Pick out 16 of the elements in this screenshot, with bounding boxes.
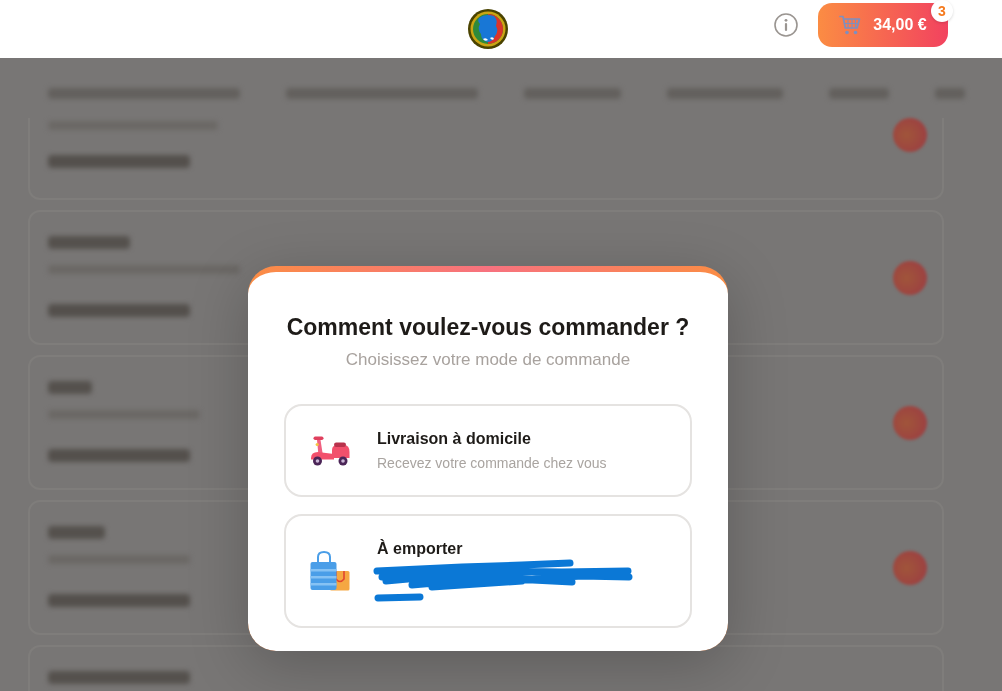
info-icon[interactable] (774, 13, 798, 37)
dialog-title: Comment voulez-vous commander ? (285, 313, 691, 341)
blurred-product-name (48, 526, 105, 539)
blurred-dot-icon (893, 550, 927, 585)
order-mode-option[interactable]: À emporter (284, 514, 692, 628)
cart-count-badge: 3 (931, 0, 953, 22)
shopping-bags-icon (310, 551, 350, 591)
cart-icon (839, 15, 862, 35)
blurred-dot-icon (893, 405, 927, 440)
blurred-dot-icon (893, 118, 927, 152)
logo-icon[interactable] (468, 9, 508, 49)
order-mode-option[interactable]: Livraison à domicile Recevez votre commande chez vous (284, 404, 692, 497)
blurred-product-name (48, 381, 92, 394)
blurred-dot-icon (893, 260, 927, 295)
dialog-subtitle: Choisissez votre mode de commande (344, 349, 632, 371)
scooter-icon (310, 435, 350, 466)
